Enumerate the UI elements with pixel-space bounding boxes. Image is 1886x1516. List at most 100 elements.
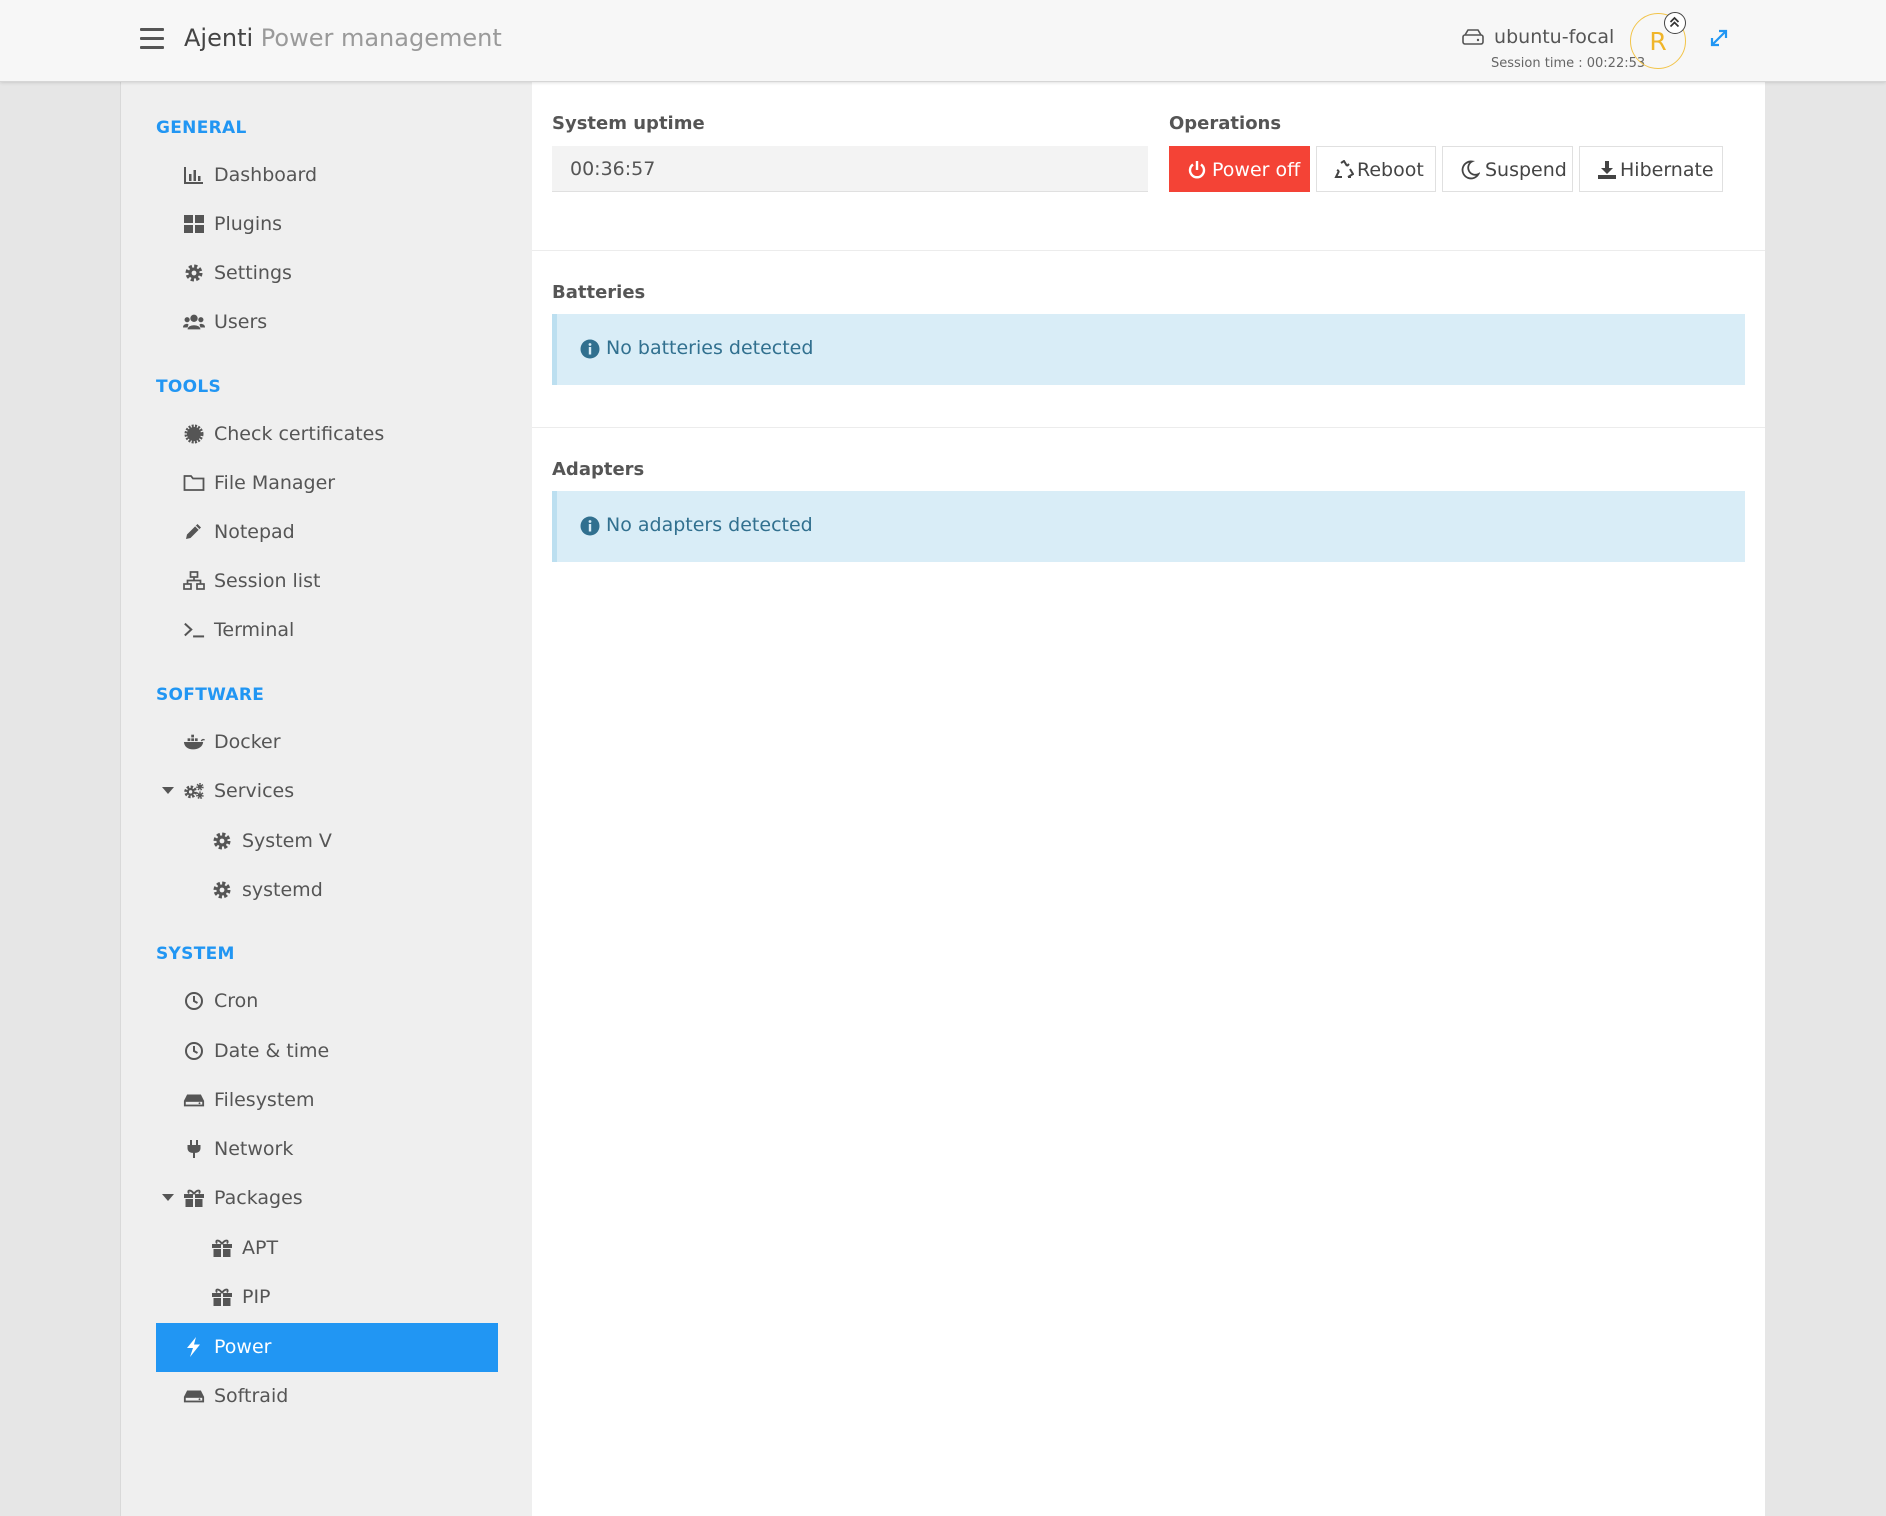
sidebar-item-label: Dashboard bbox=[214, 164, 318, 186]
sidebar-item-dashboard[interactable]: Dashboard bbox=[156, 151, 498, 200]
power-off-button[interactable]: Power off bbox=[1169, 146, 1310, 192]
section-general: GENERAL bbox=[156, 118, 247, 138]
uptime-value: 00:36:57 bbox=[552, 146, 1148, 192]
sidebar-item-label: Users bbox=[214, 311, 268, 333]
adapters-label: Adapters bbox=[552, 459, 645, 480]
expand-icon[interactable] bbox=[1708, 27, 1730, 49]
sidebar-item-label: systemd bbox=[242, 879, 323, 901]
sidebar-item-label: Settings bbox=[214, 262, 292, 284]
sidebar-item-systemd[interactable]: systemd bbox=[156, 866, 498, 915]
sidebar-item-label: File Manager bbox=[214, 472, 336, 494]
grid-icon bbox=[184, 215, 204, 233]
batteries-label: Batteries bbox=[552, 282, 646, 303]
terminal-icon bbox=[184, 622, 205, 638]
adapters-info-alert: No adapters detected bbox=[552, 491, 1745, 562]
sidebar-item-label: Docker bbox=[214, 731, 281, 753]
sidebar-item-check-certificates[interactable]: Check certificates bbox=[156, 410, 498, 459]
divider bbox=[532, 427, 1765, 428]
sidebar-item-system-v[interactable]: System V bbox=[156, 817, 498, 866]
sidebar-item-file-manager[interactable]: File Manager bbox=[156, 459, 498, 508]
section-system: SYSTEM bbox=[156, 944, 235, 964]
sidebar-item-terminal[interactable]: Terminal bbox=[156, 606, 498, 655]
uptime-label: System uptime bbox=[552, 113, 705, 134]
sidebar-item-pip[interactable]: PIP bbox=[156, 1273, 498, 1322]
gears-icon bbox=[184, 783, 204, 799]
reboot-label: Reboot bbox=[1357, 159, 1424, 181]
hibernate-button[interactable]: Hibernate bbox=[1579, 146, 1723, 192]
sidebar-item-label: Packages bbox=[214, 1187, 303, 1209]
batteries-info-alert: No batteries detected bbox=[552, 314, 1745, 385]
sidebar-item-session-list[interactable]: Session list bbox=[156, 557, 498, 606]
gear-icon bbox=[213, 832, 231, 850]
section-software: SOFTWARE bbox=[156, 685, 265, 705]
batteries-message: No batteries detected bbox=[606, 337, 814, 359]
suspend-label: Suspend bbox=[1485, 159, 1567, 181]
hostname: ubuntu-focal bbox=[1462, 26, 1614, 48]
sidebar-item-cron[interactable]: Cron bbox=[156, 977, 498, 1026]
page-subtitle: Power management bbox=[260, 24, 502, 52]
certificate-icon bbox=[184, 424, 204, 444]
session-time: Session time : 00:22:53 bbox=[1491, 56, 1646, 71]
sidebar-item-softraid[interactable]: Softraid bbox=[156, 1372, 498, 1421]
gear-icon bbox=[185, 264, 203, 282]
reboot-button[interactable]: Reboot bbox=[1316, 146, 1436, 192]
sidebar-item-notepad[interactable]: Notepad bbox=[156, 508, 498, 557]
bolt-icon bbox=[187, 1337, 200, 1357]
power-off-label: Power off bbox=[1212, 159, 1301, 181]
adapters-message: No adapters detected bbox=[606, 514, 813, 536]
sidebar-item-docker[interactable]: Docker bbox=[156, 718, 498, 767]
operations-label: Operations bbox=[1169, 113, 1282, 134]
sidebar-item-filesystem[interactable]: Filesystem bbox=[156, 1076, 498, 1125]
gear-icon bbox=[213, 881, 231, 899]
caret-down-icon[interactable] bbox=[162, 787, 174, 794]
docker-icon bbox=[183, 734, 205, 750]
plug-icon bbox=[187, 1140, 201, 1158]
sidebar-item-plugins[interactable]: Plugins bbox=[156, 200, 498, 249]
section-tools: TOOLS bbox=[156, 377, 222, 397]
sidebar-item-settings[interactable]: Settings bbox=[156, 249, 498, 298]
gift-icon bbox=[212, 1239, 232, 1257]
info-circle-icon bbox=[580, 339, 600, 359]
sidebar-item-label: Power bbox=[214, 1336, 272, 1358]
hibernate-label: Hibernate bbox=[1620, 159, 1714, 181]
sidebar-item-label: Session list bbox=[214, 570, 321, 592]
gift-icon bbox=[212, 1288, 232, 1306]
download-icon bbox=[1598, 161, 1616, 179]
divider bbox=[532, 250, 1765, 251]
app-name: Ajenti bbox=[184, 24, 254, 52]
page-title: Ajenti Power management bbox=[184, 24, 502, 52]
sidebar-item-label: Network bbox=[214, 1138, 294, 1160]
bar-chart-icon bbox=[184, 167, 203, 184]
sidebar-item-label: System V bbox=[242, 830, 332, 852]
chevrons-up-icon[interactable] bbox=[1664, 12, 1686, 34]
sidebar-item-users[interactable]: Users bbox=[156, 298, 498, 347]
sidebar-item-label: Softraid bbox=[214, 1385, 289, 1407]
hostname-text: ubuntu-focal bbox=[1494, 26, 1615, 48]
caret-down-icon[interactable] bbox=[162, 1194, 174, 1201]
sidebar-item-date-time[interactable]: Date & time bbox=[156, 1027, 498, 1076]
sidebar: GENERAL Dashboard Plugins Settings Users… bbox=[120, 82, 532, 1516]
hdd-icon bbox=[183, 1390, 205, 1403]
moon-icon bbox=[1461, 160, 1480, 180]
sidebar-item-power[interactable]: Power bbox=[156, 1323, 498, 1372]
sidebar-item-label: Date & time bbox=[214, 1040, 330, 1062]
clock-icon bbox=[185, 1042, 203, 1060]
hdd-icon bbox=[183, 1094, 205, 1107]
sidebar-item-label: Notepad bbox=[214, 521, 295, 543]
suspend-button[interactable]: Suspend bbox=[1442, 146, 1573, 192]
sidebar-item-label: Filesystem bbox=[214, 1089, 315, 1111]
sidebar-item-label: Terminal bbox=[214, 619, 295, 641]
sidebar-item-network[interactable]: Network bbox=[156, 1125, 498, 1174]
sidebar-item-label: Plugins bbox=[214, 213, 283, 235]
hamburger-menu-icon[interactable] bbox=[140, 28, 164, 50]
sidebar-item-apt[interactable]: APT bbox=[156, 1224, 498, 1273]
sidebar-item-label: Cron bbox=[214, 990, 259, 1012]
sidebar-item-packages[interactable]: Packages bbox=[156, 1174, 498, 1223]
sidebar-item-services[interactable]: Services bbox=[156, 767, 498, 816]
sidebar-item-label: Services bbox=[214, 780, 295, 802]
folder-icon bbox=[183, 475, 205, 491]
sidebar-item-label: Check certificates bbox=[214, 423, 385, 445]
power-icon bbox=[1188, 161, 1206, 179]
pencil-icon bbox=[186, 524, 201, 539]
hdd-icon bbox=[1462, 29, 1484, 45]
